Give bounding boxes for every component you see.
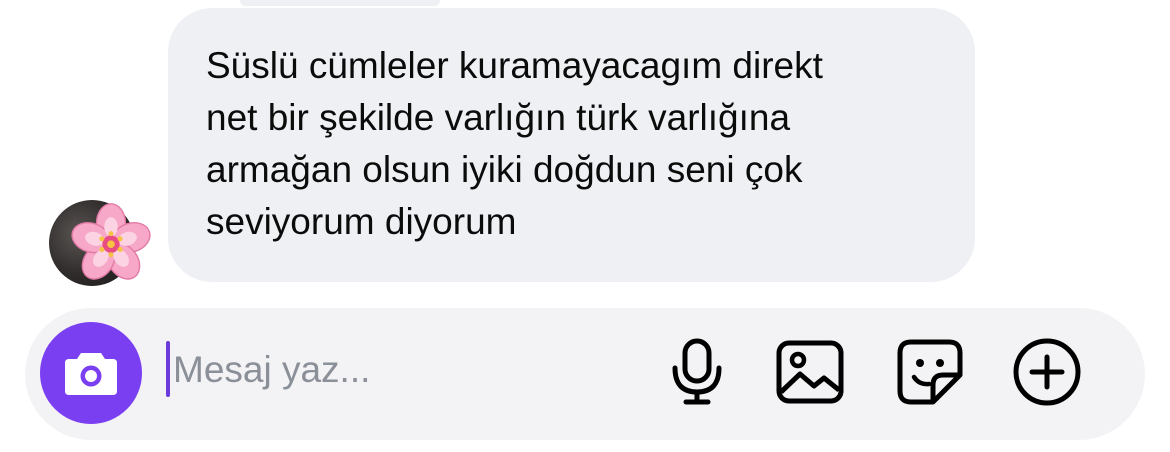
message-input[interactable]	[173, 338, 633, 402]
text-cursor	[166, 341, 170, 397]
camera-button[interactable]	[40, 322, 142, 424]
sticker-button[interactable]	[894, 336, 966, 408]
incoming-message-row: Süslü cümleler kuramayacagım direkt net …	[0, 0, 1170, 300]
message-text: Süslü cümleler kuramayacagım direkt net …	[206, 45, 823, 242]
message-bubble[interactable]: Süslü cümleler kuramayacagım direkt net …	[168, 8, 975, 282]
gallery-button[interactable]	[774, 336, 846, 408]
message-composer	[25, 308, 1145, 440]
camera-icon	[65, 353, 117, 395]
plus-circle-icon	[1013, 338, 1081, 406]
avatar[interactable]	[49, 200, 151, 286]
image-icon	[776, 340, 844, 404]
add-button[interactable]	[1011, 336, 1083, 408]
cherry-blossom-icon	[71, 203, 151, 280]
microphone-button[interactable]	[661, 336, 733, 408]
microphone-icon	[672, 338, 722, 405]
sticker-icon	[897, 339, 963, 405]
